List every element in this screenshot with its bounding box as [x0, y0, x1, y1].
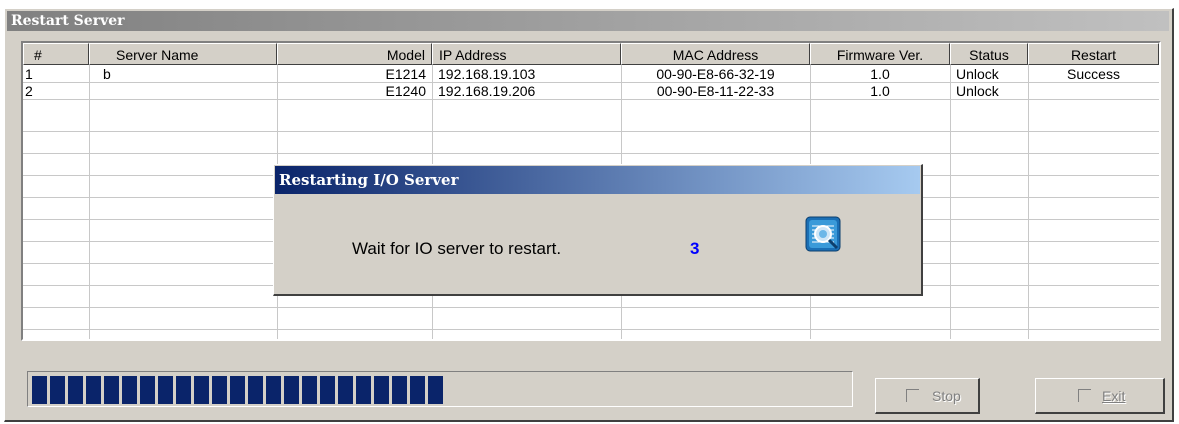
column-header-model[interactable]: Model	[277, 43, 432, 65]
exit-button[interactable]: Exit	[1035, 378, 1165, 414]
progress-block	[50, 376, 65, 404]
column-header-number[interactable]: #	[23, 43, 89, 65]
cell-status: Unlock	[956, 83, 999, 99]
progress-block	[392, 376, 407, 404]
progress-block	[320, 376, 335, 404]
grid-line	[1028, 65, 1029, 339]
cell-firmware: 1.0	[870, 83, 890, 99]
grid-line	[23, 153, 1159, 154]
cell-model: E1214	[385, 66, 426, 82]
countdown-value: 3	[690, 239, 700, 258]
progress-block	[266, 376, 281, 404]
progress-block	[86, 376, 101, 404]
progress-block	[248, 376, 263, 404]
cell-mac-address: 00-90-E8-66-32-19	[656, 66, 775, 82]
checkbox-glyph-icon	[1078, 389, 1091, 402]
column-header-mac-address[interactable]: MAC Address	[621, 43, 810, 65]
stop-button[interactable]: Stop	[875, 378, 980, 414]
cell-restart: Success	[1067, 66, 1120, 82]
progress-block	[338, 376, 353, 404]
column-header-server-name[interactable]: Server Name	[89, 43, 277, 65]
cell-number: 2	[25, 83, 33, 99]
progress-block	[158, 376, 173, 404]
restarting-dialog: Restarting I/O Server Wait for IO server…	[273, 164, 923, 296]
progress-block	[140, 376, 155, 404]
progress-block	[302, 376, 317, 404]
exit-button-label: Exit	[1102, 388, 1126, 404]
grid-line	[23, 131, 1159, 132]
column-header-ip-address[interactable]: IP Address	[432, 43, 621, 65]
progress-block	[284, 376, 299, 404]
grid-line	[23, 329, 1159, 330]
progress-block	[212, 376, 227, 404]
progress-block	[32, 376, 47, 404]
window-title: Restart Server	[7, 11, 1169, 31]
column-header-restart[interactable]: Restart	[1028, 43, 1159, 65]
server-search-icon	[804, 215, 844, 255]
cell-firmware: 1.0	[870, 66, 890, 82]
progress-block	[374, 376, 389, 404]
dialog-message: Wait for IO server to restart.	[352, 239, 562, 258]
progress-block	[104, 376, 119, 404]
column-header-firmware[interactable]: Firmware Ver.	[810, 43, 950, 65]
progress-block	[410, 376, 425, 404]
progress-block	[428, 376, 443, 404]
grid-line	[950, 65, 951, 339]
grid-line	[89, 65, 90, 339]
cell-ip-address: 192.168.19.103	[438, 66, 536, 82]
progress-block	[122, 376, 137, 404]
cell-restart	[1028, 83, 1159, 100]
progress-block	[230, 376, 245, 404]
progress-block	[176, 376, 191, 404]
progress-block	[194, 376, 209, 404]
progress-block	[356, 376, 371, 404]
cell-model: E1240	[385, 83, 426, 99]
column-header-status[interactable]: Status	[950, 43, 1028, 65]
cell-mac-address: 00-90-E8-11-22-33	[656, 83, 775, 99]
dialog-title: Restarting I/O Server	[275, 166, 920, 194]
checkbox-glyph-icon	[906, 389, 919, 402]
cell-server-name: b	[103, 66, 111, 82]
grid-line	[23, 307, 1159, 308]
restart-progress-bar	[27, 371, 853, 407]
restart-server-window: Restart Server # Server Name Model IP Ad…	[4, 8, 1174, 422]
cell-ip-address: 192.168.19.206	[438, 83, 536, 99]
stop-button-label: Stop	[932, 388, 961, 404]
cell-number: 1	[25, 66, 33, 82]
progress-block	[68, 376, 83, 404]
cell-status: Unlock	[956, 66, 999, 82]
